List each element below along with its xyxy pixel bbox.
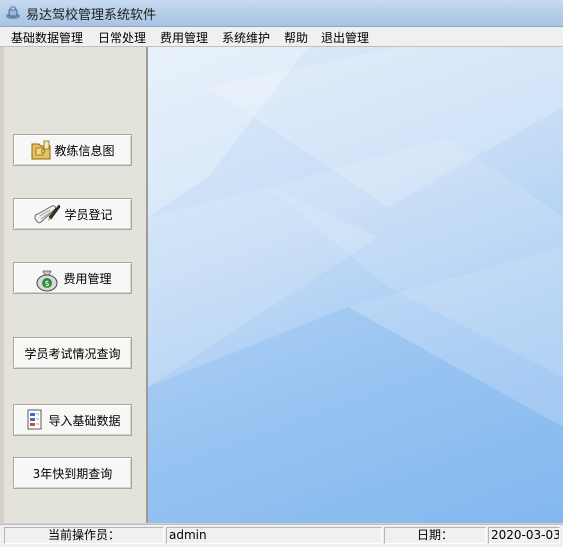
- menu-basic-data[interactable]: 基础数据管理: [11, 29, 83, 46]
- operator-label: 当前操作员：: [4, 527, 164, 544]
- date-value: 2020-03-03: [488, 527, 560, 544]
- menu-exit[interactable]: 退出管理: [321, 29, 369, 46]
- import-basic-data-button[interactable]: 导入基础数据: [13, 404, 132, 436]
- folder-puzzle-icon: [30, 138, 52, 162]
- menu-fee-management[interactable]: 费用管理: [160, 29, 208, 46]
- svg-text:$: $: [45, 279, 50, 288]
- coach-info-label: 教练信息图: [54, 143, 115, 158]
- app-icon[interactable]: [5, 5, 21, 21]
- operator-value: admin: [166, 527, 382, 544]
- coach-info-button[interactable]: 教练信息图: [13, 134, 132, 166]
- menu-help[interactable]: 帮助: [284, 29, 308, 46]
- exam-status-query-button[interactable]: 学员考试情况查询: [13, 337, 132, 369]
- workspace-background: [148, 47, 563, 523]
- expiring-3year-query-button[interactable]: 3年快到期查询: [13, 457, 132, 489]
- menu-bar: 基础数据管理 日常处理 费用管理 系统维护 帮助 退出管理: [0, 27, 563, 47]
- status-bar: 当前操作员： admin 日期： 2020-03-03: [0, 524, 563, 547]
- scroll-pen-icon: [32, 202, 62, 226]
- main-workspace: [148, 47, 563, 523]
- expiring-3year-query-label: 3年快到期查询: [32, 466, 113, 481]
- function-panel: 教练信息图 学员登记 $ 费用管理 学员考试情况查询 导入基础数据 3年快到期查…: [4, 47, 148, 523]
- money-bag-icon: $: [33, 266, 61, 292]
- fee-management-label: 费用管理: [63, 271, 112, 286]
- fee-management-button[interactable]: $ 费用管理: [13, 262, 132, 294]
- date-label: 日期：: [384, 527, 486, 544]
- document-icon: [24, 408, 46, 432]
- menu-system-maintenance[interactable]: 系统维护: [222, 29, 270, 46]
- menu-daily-processing[interactable]: 日常处理: [98, 29, 146, 46]
- title-bar[interactable]: 易达驾校管理系统软件: [0, 0, 563, 27]
- window-title: 易达驾校管理系统软件: [26, 8, 157, 23]
- student-register-button[interactable]: 学员登记: [13, 198, 132, 230]
- import-basic-data-label: 导入基础数据: [48, 413, 121, 428]
- exam-status-query-label: 学员考试情况查询: [24, 346, 121, 361]
- student-register-label: 学员登记: [64, 207, 113, 222]
